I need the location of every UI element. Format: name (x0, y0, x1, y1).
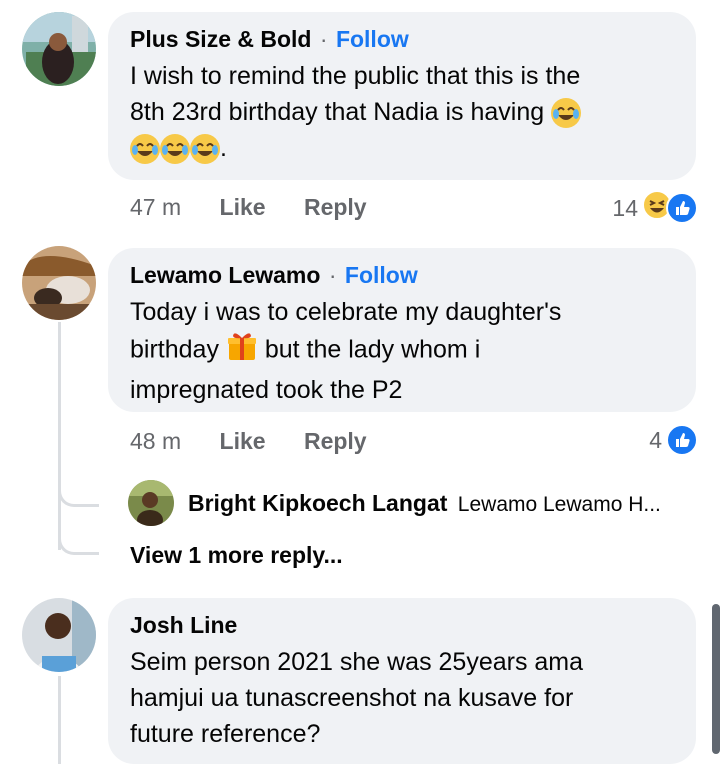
comment-text: Today i was to celebrate my daughter's b… (130, 294, 674, 408)
avatar[interactable] (22, 246, 96, 320)
comment-line: hamjui ua tunascreenshot na kusave for (130, 684, 574, 712)
timestamp[interactable]: 47 m (130, 194, 181, 220)
comment-header: Plus Size & Bold · Follow (130, 24, 674, 54)
reply-button[interactable]: Reply (304, 428, 367, 454)
reply-button[interactable]: Reply (304, 194, 367, 220)
comment-line: Today i was to celebrate my daughter's (130, 298, 562, 326)
reaction-summary[interactable]: 4 (649, 424, 698, 456)
follow-button[interactable]: Follow (345, 262, 418, 288)
comment-line: birthday (130, 335, 219, 364)
separator-dot: · (319, 26, 328, 52)
comment-line: I wish to remind the public that this is… (130, 62, 581, 90)
like-button[interactable]: Like (220, 194, 266, 220)
thread-line (58, 322, 61, 550)
author-name[interactable]: Josh Line (130, 612, 237, 638)
reaction-count: 14 (612, 194, 638, 221)
view-more-replies-link[interactable]: View 1 more reply... (130, 542, 343, 569)
comment-bubble: Lewamo Lewamo · Follow Today i was to ce… (108, 248, 696, 412)
nested-reply[interactable]: Bright Kipkoech Langat Lewamo Lewamo H..… (188, 490, 661, 517)
follow-button[interactable]: Follow (336, 26, 409, 52)
comment-line: 8th 23rd birthday that Nadia is having (130, 98, 545, 126)
comment-text: I wish to remind the public that this is… (130, 58, 674, 166)
comment-header: Josh Line (130, 610, 674, 640)
like-react-icon (666, 424, 698, 456)
author-name[interactable]: Lewamo Lewamo (130, 262, 320, 288)
reaction-summary[interactable]: 14 (612, 190, 698, 226)
reaction-count: 4 (649, 426, 662, 453)
avatar[interactable] (128, 480, 174, 526)
laughing-tears-icon (160, 134, 190, 165)
avatar[interactable] (22, 598, 96, 672)
comment-text: Seim person 2021 she was 25years ama ham… (130, 644, 674, 752)
comment-line: Seim person 2021 she was 25years ama (130, 648, 584, 676)
laughing-tears-icon (551, 98, 582, 129)
thread-branch (58, 474, 99, 507)
avatar[interactable] (22, 12, 96, 86)
separator-dot: · (328, 262, 337, 288)
comment-line: future reference? (130, 720, 321, 748)
comment-header: Lewamo Lewamo · Follow (130, 260, 674, 290)
reply-preview: Lewamo Lewamo H... (457, 493, 661, 516)
author-name[interactable]: Bright Kipkoech Langat (188, 490, 447, 516)
scrollbar[interactable] (712, 604, 720, 754)
like-react-icon (666, 192, 698, 224)
comment-line: impregnated took the P2 (130, 376, 403, 404)
thread-branch (58, 524, 99, 555)
thread-line (58, 676, 61, 764)
comment-actions: 47 m Like Reply (130, 194, 367, 221)
comment-actions: 48 m Like Reply (130, 428, 367, 455)
comment-bubble: Plus Size & Bold · Follow I wish to remi… (108, 12, 696, 180)
comment-line: . (220, 134, 227, 162)
timestamp[interactable]: 48 m (130, 428, 181, 454)
comment-bubble: Josh Line Seim person 2021 she was 25yea… (108, 598, 696, 764)
laughing-tears-icon (130, 134, 160, 165)
gift-icon (226, 330, 258, 372)
author-name[interactable]: Plus Size & Bold (130, 26, 311, 52)
like-button[interactable]: Like (220, 428, 266, 454)
laughing-tears-icon (190, 134, 220, 165)
comment-line: but the lady whom i (264, 335, 481, 364)
